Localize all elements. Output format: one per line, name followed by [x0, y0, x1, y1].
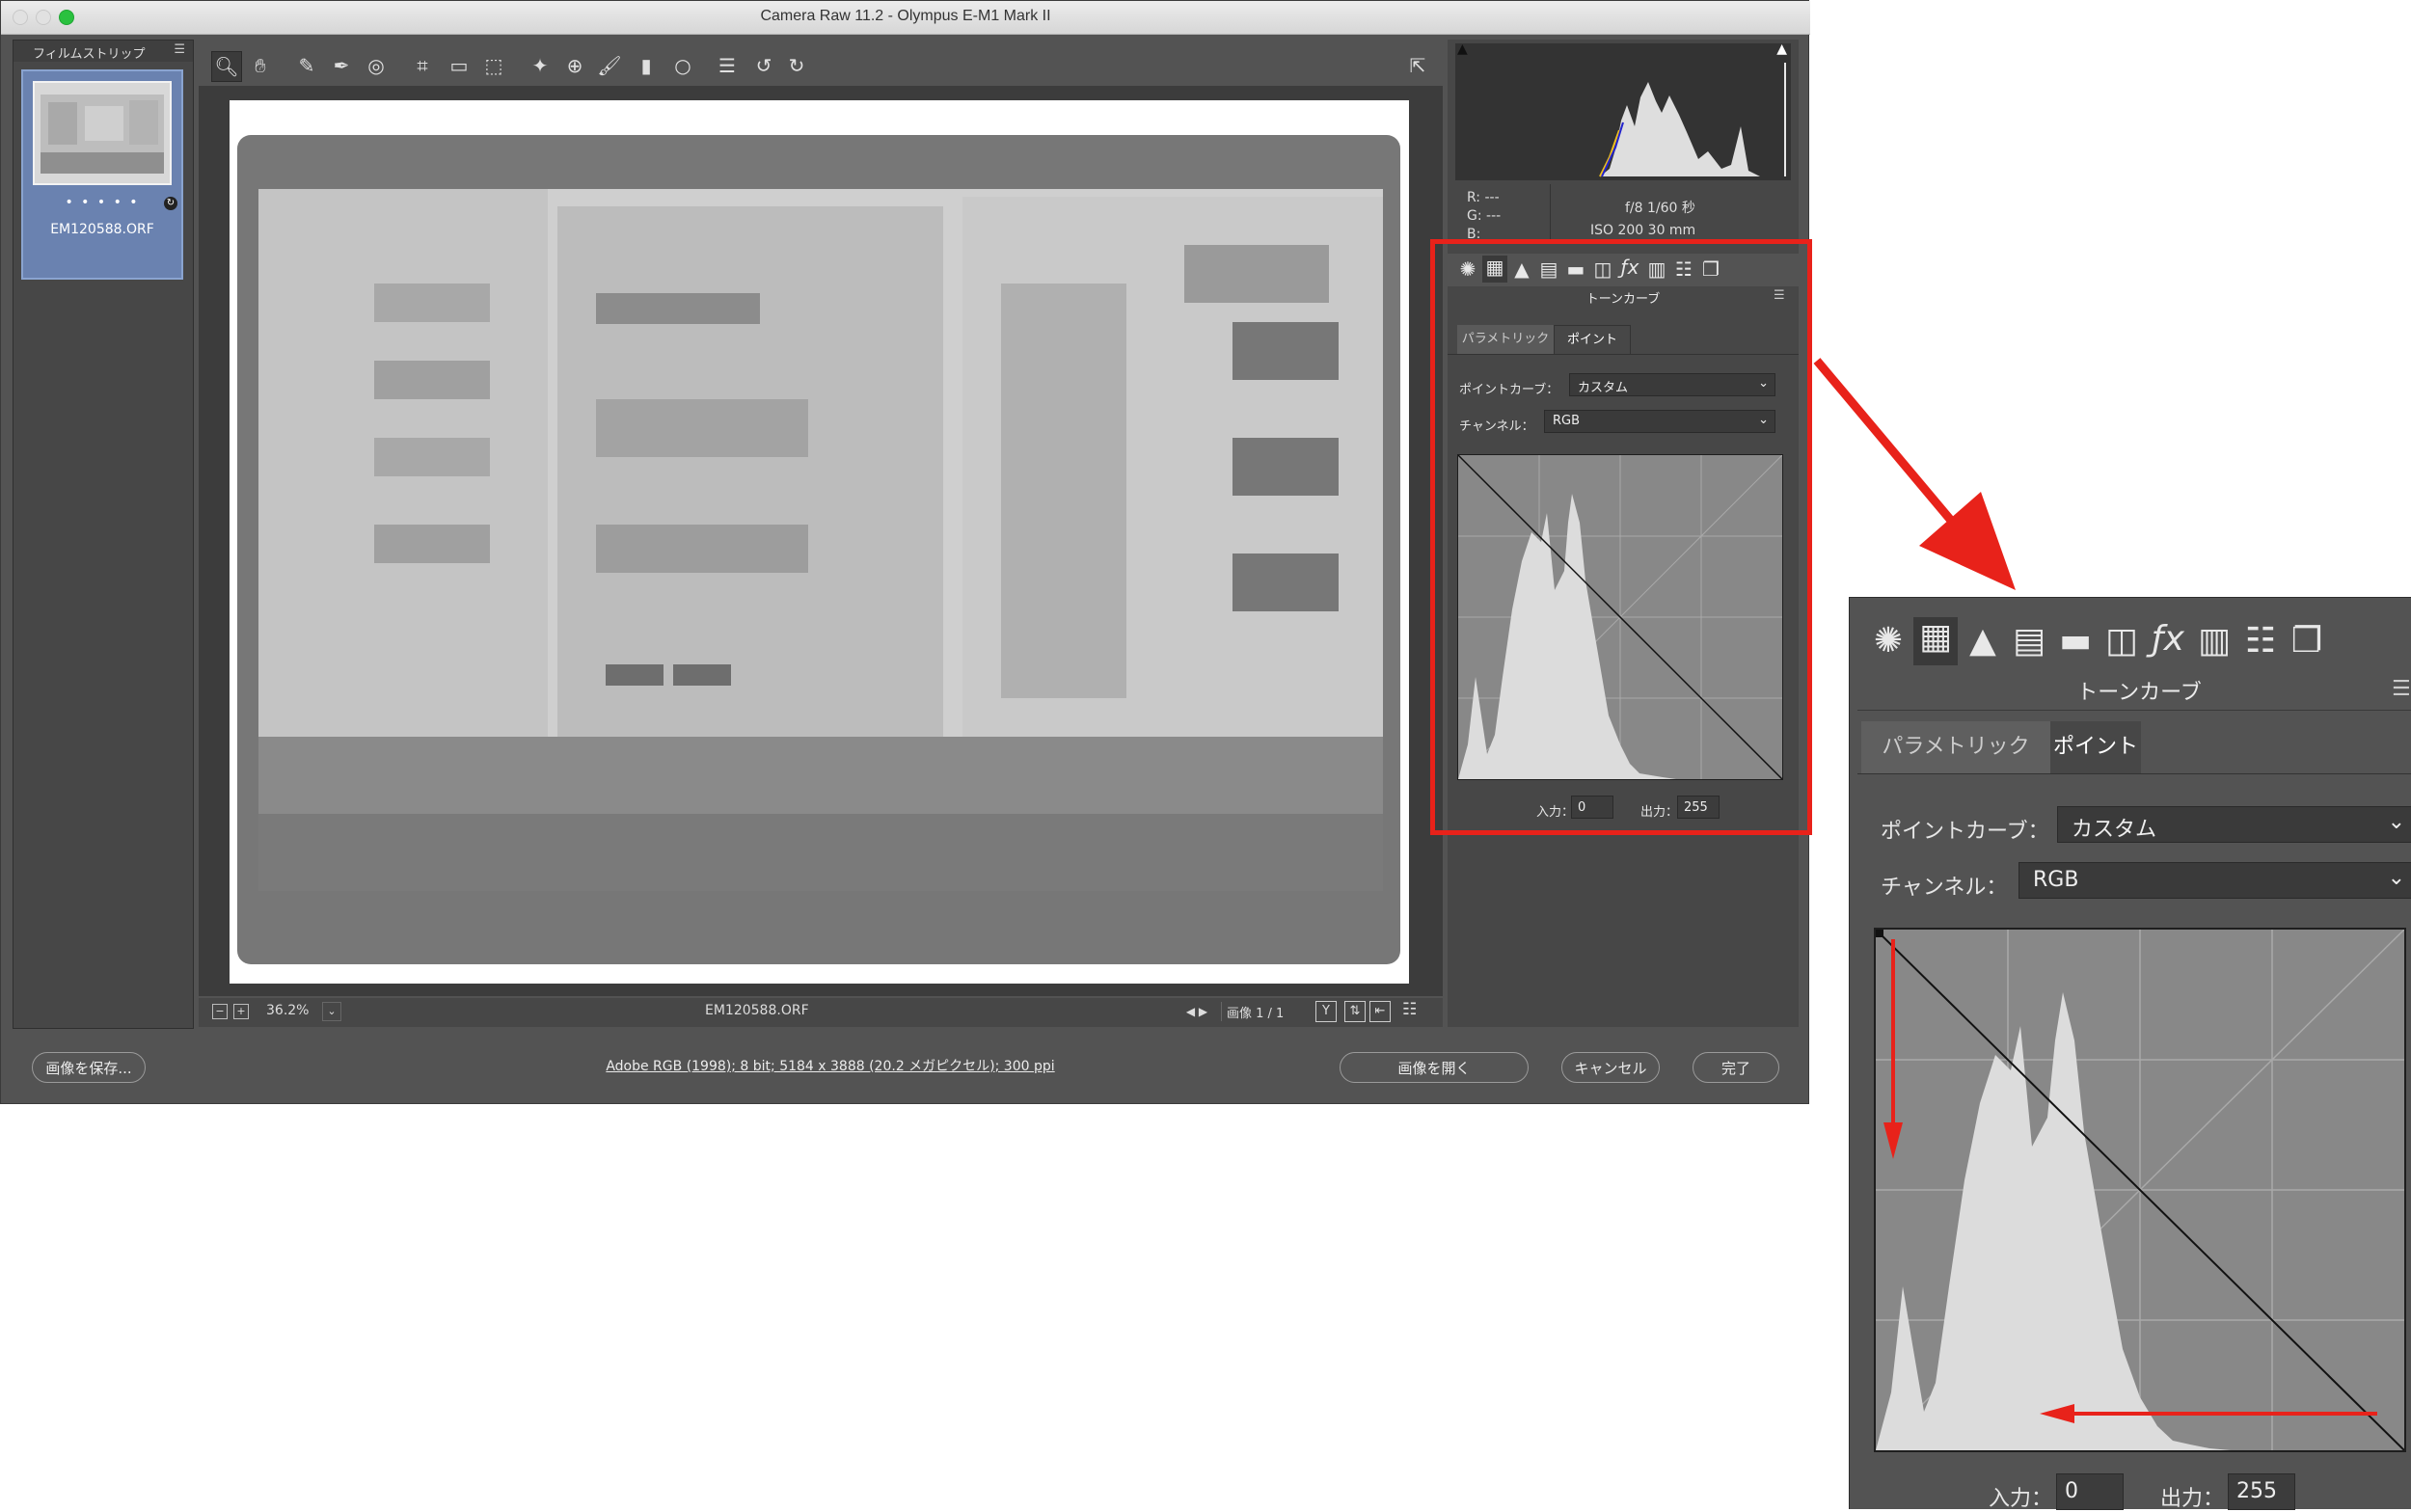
zoom-panel-title: トーンカーブ: [1857, 675, 2411, 711]
preview-photo: [230, 100, 1409, 984]
channel-label: チャンネル：: [1881, 876, 2008, 900]
targeted-adjustment-tool-icon[interactable]: ◎: [362, 51, 391, 80]
cancel-button[interactable]: キャンセル: [1561, 1052, 1660, 1083]
rotate-right-icon[interactable]: ↻: [782, 51, 811, 80]
zoom-tone-curve-svg: [1875, 929, 2405, 1451]
preferences-icon[interactable]: ☰: [713, 51, 742, 80]
detail-panel-icon[interactable]: ▲: [1962, 621, 2004, 661]
tool-bar: 🔍︎ ✋︎ ✎ ✒ ◎ ⌗ ▭ ⬚ ✦ ⊕ 🖌︎ ▮ ○ ☰ ↺ ↻ ⇱: [203, 47, 1436, 86]
rgb-readout: R: --- G: --- B: f/8 1/60 秒 ISO 200 30 m…: [1455, 184, 1791, 242]
workflow-options-link[interactable]: Adobe RGB (1998); 8 bit; 5184 x 3888 (20…: [580, 1056, 1081, 1075]
callout-arrow: [1813, 358, 2016, 590]
highlight-box: [1430, 239, 1812, 835]
white-balance-tool-icon[interactable]: ✎: [292, 51, 321, 80]
straighten-tool-icon[interactable]: ▭: [445, 51, 474, 80]
channel-select[interactable]: RGB ⌄: [2018, 862, 2411, 899]
zoom-tone-curve-graph[interactable]: [1874, 928, 2406, 1452]
image-preview[interactable]: [230, 100, 1409, 984]
readout-divider: [1550, 184, 1551, 242]
view-settings-icon[interactable]: ☷: [1402, 1000, 1417, 1019]
chevron-down-icon: ⌄: [2387, 866, 2405, 890]
zoom-panel-tab-strip: ✺ ▦ ▲ ▤ ▬ ◫ ƒx ▥ ☷ ❐: [1857, 615, 2411, 669]
thumbnail-rating[interactable]: • • • • •: [23, 195, 181, 210]
sync-badge-icon: ↻: [164, 197, 177, 210]
filmstrip-thumbnail[interactable]: • • • • • ↻ EM120588.ORF: [21, 69, 183, 280]
crop-tool-icon[interactable]: ⌗: [408, 51, 437, 80]
hand-tool-icon[interactable]: ✋︎: [246, 51, 275, 80]
window-title: Camera Raw 11.2 - Olympus E-M1 Mark II: [760, 8, 1051, 24]
channel-value: RGB: [2033, 868, 2079, 892]
camera-calibration-panel-icon[interactable]: ▥: [2193, 621, 2235, 661]
open-image-button[interactable]: 画像を開く: [1340, 1052, 1529, 1083]
before-after-icon[interactable]: Y: [1315, 1001, 1337, 1022]
output-label: 出力：: [2160, 1487, 2225, 1511]
copy-settings-icon[interactable]: ⇤: [1369, 1001, 1391, 1022]
effects-panel-icon[interactable]: ƒx: [2147, 619, 2189, 659]
adjustment-brush-icon[interactable]: 🖌︎: [595, 51, 624, 80]
zoom-curve-tabs: パラメトリック ポイント: [1857, 717, 2411, 774]
input-label: 入力：: [1989, 1487, 2053, 1511]
radial-filter-icon[interactable]: ○: [668, 51, 697, 80]
presets-panel-icon[interactable]: ☷: [2239, 621, 2282, 661]
chevron-down-icon: ⌄: [2387, 810, 2405, 834]
point-curve-label: ポイントカーブ：: [1881, 820, 2049, 844]
zoom-tool-icon[interactable]: 🔍︎: [211, 51, 242, 82]
split-toning-panel-icon[interactable]: ▬: [2054, 621, 2097, 661]
done-button[interactable]: 完了: [1693, 1052, 1779, 1083]
readout-r: R: ---: [1467, 190, 1500, 205]
basic-panel-icon[interactable]: ✺: [1867, 621, 1910, 661]
transform-tool-icon[interactable]: ⬚: [479, 51, 508, 80]
preview-status-bar: − + 36.2% ⌄ EM120588.ORF ◀ ▶ 画像 1 / 1 Y …: [199, 998, 1443, 1027]
filmstrip-header: フィルムストリップ ☰: [14, 40, 193, 62]
zoom-out-icon[interactable]: −: [212, 1004, 228, 1019]
save-image-button[interactable]: 画像を保存...: [32, 1052, 146, 1083]
readout-aperture-shutter: f/8 1/60 秒: [1625, 201, 1695, 216]
histogram-graph: [1513, 63, 1786, 177]
histogram: ▲ ▲: [1455, 41, 1791, 180]
input-value-field[interactable]: 0: [2056, 1473, 2124, 1510]
swap-settings-icon[interactable]: ⇅: [1344, 1001, 1366, 1022]
zoom-in-icon[interactable]: +: [233, 1004, 249, 1019]
fullscreen-icon[interactable]: ⇱: [1403, 51, 1432, 80]
output-value-field[interactable]: 255: [2228, 1473, 2295, 1510]
panel-menu-icon[interactable]: ☰: [2392, 677, 2411, 701]
zoom-dropdown-icon[interactable]: ⌄: [322, 1002, 341, 1021]
thumbnail-photo: [35, 83, 170, 183]
filmstrip-menu-icon[interactable]: ☰: [174, 42, 185, 57]
zoom-level[interactable]: 36.2%: [266, 1003, 309, 1018]
tab-point[interactable]: ポイント: [2050, 721, 2141, 773]
image-counter: 画像 1 / 1: [1227, 1007, 1285, 1021]
snapshots-panel-icon[interactable]: ❐: [2286, 621, 2328, 661]
thumbnail-image: [33, 81, 172, 185]
tab-parametric[interactable]: パラメトリック: [1861, 721, 2050, 773]
point-curve-select[interactable]: カスタム ⌄: [2057, 806, 2411, 843]
rotate-left-icon[interactable]: ↺: [749, 51, 778, 80]
readout-iso-focal: ISO 200 30 mm: [1590, 223, 1696, 238]
status-filename: EM120588.ORF: [705, 1003, 809, 1018]
spot-removal-tool-icon[interactable]: ✦: [526, 51, 555, 80]
filmstrip-title: フィルムストリップ: [33, 47, 146, 62]
readout-g: G: ---: [1467, 208, 1502, 224]
title-bar: Camera Raw 11.2 - Olympus E-M1 Mark II: [1, 1, 1810, 35]
hsl-panel-icon[interactable]: ▤: [2008, 621, 2050, 661]
lens-corrections-panel-icon[interactable]: ◫: [2100, 621, 2143, 661]
graduated-filter-icon[interactable]: ▮: [632, 51, 661, 80]
color-sampler-tool-icon[interactable]: ✒: [327, 51, 356, 80]
red-eye-tool-icon[interactable]: ⊕: [560, 51, 589, 80]
thumbnail-filename: EM120588.ORF: [50, 222, 154, 237]
zoomed-tone-curve-panel: ✺ ▦ ▲ ▤ ▬ ◫ ƒx ▥ ☷ ❐ トーンカーブ ☰ パラメトリック ポイ…: [1849, 597, 2411, 1511]
image-nav-arrows-icon[interactable]: ◀ ▶: [1173, 1002, 1222, 1021]
readout-b: B:: [1467, 227, 1481, 240]
tone-curve-panel-icon[interactable]: ▦: [1913, 617, 1958, 665]
filmstrip-panel: フィルムストリップ ☰ • • • • • ↻ EM120588.ORF: [13, 40, 194, 1029]
point-curve-value: カスタム: [2072, 818, 2157, 842]
